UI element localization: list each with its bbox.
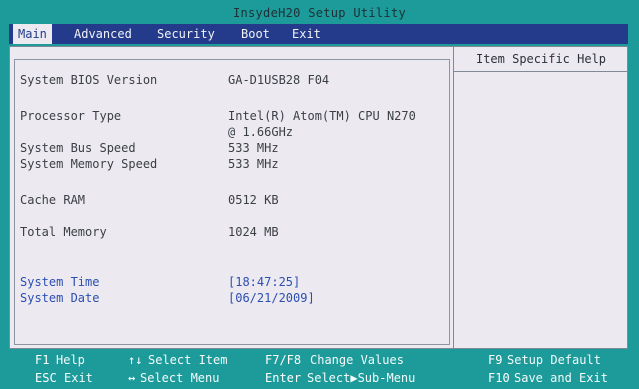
bus-speed-label: System Bus Speed	[20, 141, 136, 155]
total-memory-label: Total Memory	[20, 225, 107, 239]
help-panel: Item Specific Help	[453, 47, 628, 348]
bios-version-label: System BIOS Version	[20, 73, 158, 87]
f10-key: F10	[488, 371, 510, 385]
memory-speed-label: System Memory Speed	[20, 157, 158, 171]
cache-ram-value: 0512 KB	[228, 193, 279, 207]
enter-key: Enter	[265, 371, 302, 385]
key-legend: F1 Help ↑↓ Select Item F7/F8 Change Valu…	[0, 349, 639, 389]
processor-type-label: Processor Type	[20, 109, 122, 123]
system-time-label[interactable]: System Time	[20, 275, 99, 289]
bios-version-value: GA-D1USB28 F04	[228, 73, 330, 87]
window-title: InsydeH20 Setup Utility	[232, 6, 407, 20]
select-menu-hint: Select Menu	[140, 371, 220, 385]
help-title: Item Specific Help	[454, 47, 628, 72]
memory-speed-value: 533 MHz	[228, 157, 279, 171]
select-submenu-hint: Select▶Sub-Menu	[307, 371, 416, 385]
menu-exit[interactable]: Exit	[287, 24, 326, 44]
setup-default-hint: Setup Default	[507, 353, 601, 367]
main-panel: System BIOS Version GA-D1USB28 F04 Proce…	[9, 46, 628, 349]
system-date-label[interactable]: System Date	[20, 291, 99, 305]
esc-key: ESC	[35, 371, 57, 385]
system-date-field[interactable]: [06/21/2009]	[228, 291, 315, 305]
menu-boot[interactable]: Boot	[236, 24, 275, 44]
up-down-arrow-icon: ↑↓	[128, 353, 143, 367]
save-and-exit-hint: Save and Exit	[514, 371, 608, 385]
left-right-arrow-icon: ↔	[128, 371, 136, 385]
menu-security[interactable]: Security	[152, 24, 220, 44]
select-item-hint: Select Item	[148, 353, 228, 367]
change-values-hint: Change Values	[310, 353, 404, 367]
processor-type-value-line2: @ 1.66GHz	[228, 125, 294, 139]
menu-advanced[interactable]: Advanced	[69, 24, 137, 44]
total-memory-value: 1024 MB	[228, 225, 279, 239]
cache-ram-label: Cache RAM	[20, 193, 86, 207]
bus-speed-value: 533 MHz	[228, 141, 279, 155]
exit-hint: Exit	[64, 371, 93, 385]
help-hint: Help	[56, 353, 85, 367]
f1-key: F1	[35, 353, 50, 367]
menu-main[interactable]: Main	[13, 24, 52, 44]
processor-type-value: Intel(R) Atom(TM) CPU N270	[228, 109, 416, 123]
f9-key: F9	[488, 353, 503, 367]
f7-f8-key: F7/F8	[265, 353, 302, 367]
menu-bar: Main Advanced Security Boot Exit	[9, 24, 628, 44]
system-time-field[interactable]: [18:47:25]	[228, 275, 300, 289]
